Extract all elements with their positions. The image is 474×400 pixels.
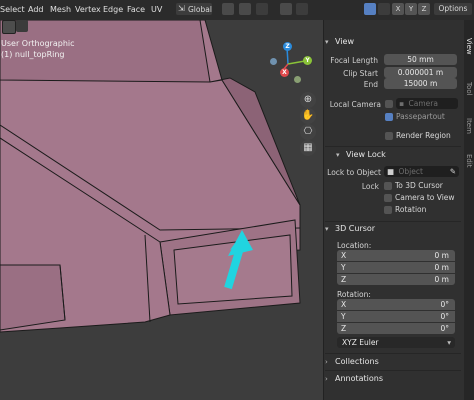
cursor-rotation-x[interactable]: X 0° bbox=[337, 299, 455, 310]
cursor-rotation-z[interactable]: Z 0° bbox=[337, 323, 455, 334]
gizmo-x-icon[interactable]: X bbox=[280, 68, 289, 77]
gizmo-neg-z-icon[interactable] bbox=[270, 58, 277, 65]
toolbar-toggle-icon[interactable] bbox=[2, 20, 16, 34]
camera-to-view-label: Camera to View bbox=[395, 193, 455, 202]
view-panel-header[interactable]: ▾ View bbox=[325, 37, 354, 46]
pivot-icon[interactable] bbox=[222, 3, 234, 15]
cursor-location-y[interactable]: Y0 m bbox=[337, 262, 455, 273]
chevron-right-icon: › bbox=[325, 375, 328, 383]
focal-length-label: Focal Length bbox=[330, 56, 378, 65]
options-dropdown[interactable]: Options bbox=[434, 3, 472, 15]
clip-end-label: End bbox=[363, 80, 378, 89]
menu-edge[interactable]: Edge bbox=[103, 5, 123, 14]
rotation-lock-checkbox[interactable] bbox=[384, 206, 392, 214]
mesh-left-block bbox=[0, 264, 66, 331]
menu-uv[interactable]: UV bbox=[151, 5, 162, 14]
3d-viewport[interactable]: User Orthographic (1) null_topRing Z Y X… bbox=[0, 20, 323, 400]
viewport-info: User Orthographic (1) null_topRing bbox=[1, 38, 75, 60]
mirror-x-toggle[interactable]: X bbox=[392, 3, 404, 15]
chevron-down-icon: ▾ bbox=[447, 338, 451, 347]
camera-icon: ▪ bbox=[399, 99, 405, 108]
mirror-y-toggle[interactable]: Y bbox=[405, 3, 417, 15]
passepartout-checkbox[interactable] bbox=[385, 113, 393, 121]
eyedropper-icon[interactable]: ✎ bbox=[450, 166, 456, 177]
sidebar-tabs: View Tool Item Edit bbox=[464, 20, 474, 400]
camera-view-icon[interactable]: ⎔ bbox=[300, 124, 316, 140]
clip-start-field[interactable]: 0.000001 m bbox=[384, 67, 457, 78]
chevron-down-icon: ▾ bbox=[325, 225, 329, 233]
clip-start-label: Clip Start bbox=[343, 69, 378, 78]
chevron-down-icon: ▾ bbox=[336, 151, 340, 159]
tab-edit[interactable]: Edit bbox=[465, 154, 473, 168]
rotation-label: Rotation: bbox=[337, 290, 371, 299]
passepartout-label: Passepartout bbox=[396, 112, 445, 121]
zoom-icon[interactable]: ⊕ bbox=[300, 92, 316, 108]
to-3d-cursor-checkbox[interactable] bbox=[384, 182, 392, 190]
tab-item[interactable]: Item bbox=[465, 118, 473, 134]
chevron-down-icon: ▾ bbox=[325, 38, 329, 46]
gizmo-neg-y-icon[interactable] bbox=[294, 76, 301, 83]
menu-add[interactable]: Add bbox=[28, 5, 44, 14]
proportional-editing-icon[interactable] bbox=[280, 3, 292, 15]
select-tool-icon[interactable] bbox=[16, 20, 28, 32]
mesh-symmetry-icon[interactable] bbox=[378, 3, 390, 15]
cursor-location-x[interactable]: X0 m bbox=[337, 250, 455, 261]
cursor-rotation-y[interactable]: Y 0° bbox=[337, 311, 455, 322]
menu-mesh[interactable]: Mesh bbox=[50, 5, 71, 14]
snap-icon[interactable] bbox=[239, 3, 251, 15]
orientation-icon: ⇲ bbox=[178, 4, 185, 13]
camera-placeholder: Camera bbox=[408, 99, 438, 108]
rotation-mode-dropdown[interactable]: XYZ Euler ▾ bbox=[337, 337, 455, 348]
pan-hand-icon[interactable]: ✋ bbox=[300, 108, 316, 124]
falloff-icon[interactable] bbox=[296, 3, 308, 15]
camera-to-view-checkbox[interactable] bbox=[384, 194, 392, 202]
menu-vertex[interactable]: Vertex bbox=[75, 5, 101, 14]
tab-view[interactable]: View bbox=[465, 38, 473, 55]
gizmo-y-icon[interactable]: Y bbox=[303, 56, 312, 65]
view-lock-header[interactable]: ▾ View Lock bbox=[336, 150, 386, 159]
active-object-name: (1) null_topRing bbox=[1, 50, 65, 59]
gizmo-z-icon[interactable]: Z bbox=[283, 42, 292, 51]
navigation-gizmo[interactable]: Z Y X bbox=[268, 42, 316, 88]
object-placeholder: Object bbox=[398, 167, 423, 176]
collections-header[interactable]: › Collections bbox=[325, 357, 379, 366]
mirror-z-toggle[interactable]: Z bbox=[418, 3, 430, 15]
camera-field[interactable]: ▪ Camera bbox=[396, 98, 458, 109]
transform-affect-icon[interactable] bbox=[364, 3, 376, 15]
viewport-header: Select Add Mesh Vertex Edge Face UV ⇲ Gl… bbox=[0, 0, 474, 21]
lock-to-object-label: Lock to Object bbox=[327, 168, 381, 177]
view-name: User Orthographic bbox=[1, 39, 75, 48]
local-camera-checkbox[interactable] bbox=[385, 100, 393, 108]
transform-orientation-dropdown[interactable]: ⇲ Global bbox=[176, 3, 212, 15]
chevron-right-icon: › bbox=[325, 358, 328, 366]
cursor-location-z[interactable]: Z0 m bbox=[337, 274, 455, 285]
lock-object-field[interactable]: ■ Object ✎ bbox=[384, 166, 459, 177]
menu-select[interactable]: Select bbox=[0, 5, 25, 14]
to-3d-cursor-label: To 3D Cursor bbox=[395, 181, 443, 190]
perspective-grid-icon[interactable]: ▦ bbox=[300, 140, 316, 156]
rotation-lock-label: Rotation bbox=[395, 205, 427, 214]
clip-end-field[interactable]: 15000 m bbox=[384, 78, 457, 89]
3d-cursor-header[interactable]: ▾ 3D Cursor bbox=[325, 224, 375, 233]
orientation-label: Global bbox=[188, 5, 212, 14]
focal-length-field[interactable]: 50 mm bbox=[384, 54, 457, 65]
location-label: Location: bbox=[337, 241, 372, 250]
render-region-checkbox[interactable] bbox=[385, 132, 393, 140]
lock-label: Lock bbox=[361, 182, 379, 191]
menu-face[interactable]: Face bbox=[127, 5, 145, 14]
render-region-label: Render Region bbox=[396, 131, 451, 140]
tab-tool[interactable]: Tool bbox=[465, 82, 473, 96]
local-camera-label: Local Camera bbox=[329, 100, 381, 109]
object-icon: ■ bbox=[387, 167, 395, 176]
snap-target-icon[interactable] bbox=[256, 3, 268, 15]
annotations-header[interactable]: › Annotations bbox=[325, 374, 383, 383]
